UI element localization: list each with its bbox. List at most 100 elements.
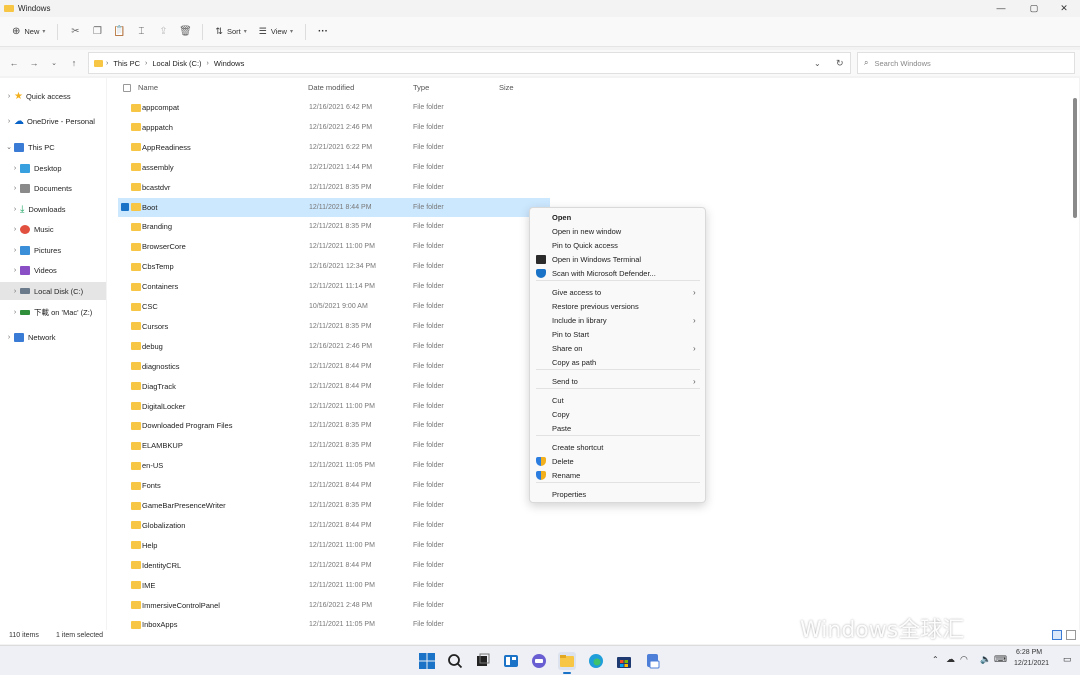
store-icon[interactable]	[615, 652, 633, 670]
table-row[interactable]: CSC 10/5/2021 9:00 AM File folder	[118, 297, 550, 316]
column-header-type[interactable]: Type	[413, 83, 429, 92]
search-input[interactable]: ⌕ Search Windows	[857, 52, 1075, 74]
expand-chevron-icon[interactable]: ›	[10, 267, 20, 274]
forward-arrow-icon[interactable]: →	[24, 58, 44, 68]
sidebar-item-onedrive[interactable]: › ☁ OneDrive - Personal	[4, 112, 110, 130]
row-checkbox[interactable]	[121, 422, 129, 430]
table-row[interactable]: appcompat 12/16/2021 6:42 PM File folder	[118, 98, 550, 117]
table-row[interactable]: Boot 12/11/2021 8:44 PM File folder	[118, 197, 550, 217]
collapse-chevron-icon[interactable]: ⌄	[4, 143, 14, 151]
table-row[interactable]: IdentityCRL 12/11/2021 8:44 PM File folder	[118, 556, 550, 575]
row-checkbox[interactable]	[121, 462, 129, 470]
notification-icon[interactable]: ▭	[1063, 654, 1072, 665]
expand-chevron-icon[interactable]: ›	[10, 226, 20, 233]
row-checkbox[interactable]	[121, 382, 129, 390]
menu-item-open[interactable]: Open	[530, 211, 705, 224]
sidebar-item-local-disk[interactable]: › Local Disk (C:)	[0, 282, 106, 300]
details-view-icon[interactable]	[1052, 630, 1062, 640]
sidebar-item-mac-drive[interactable]: › 下載 on 'Mac' (Z:)	[10, 303, 116, 321]
menu-item-open-in-windows-terminal[interactable]: Open in Windows Terminal	[530, 253, 705, 266]
row-checkbox[interactable]	[121, 621, 129, 629]
expand-chevron-icon[interactable]: ›	[10, 247, 20, 254]
vertical-scrollbar[interactable]	[1071, 78, 1079, 630]
expand-chevron-icon[interactable]: ›	[4, 93, 14, 100]
scrollbar-thumb[interactable]	[1073, 98, 1077, 218]
row-checkbox[interactable]	[121, 601, 129, 609]
row-checkbox[interactable]	[121, 322, 129, 330]
row-checkbox[interactable]	[121, 362, 129, 370]
menu-item-rename[interactable]: Rename	[530, 469, 705, 482]
app-icon[interactable]	[644, 652, 662, 670]
clock-date[interactable]: 12/21/2021	[1014, 660, 1049, 667]
expand-chevron-icon[interactable]: ›	[10, 206, 20, 213]
menu-item-restore-previous-versions[interactable]: Restore previous versions	[530, 300, 705, 313]
recent-chevron-icon[interactable]: ⌄	[44, 59, 64, 67]
rename-button[interactable]: ⌶	[130, 21, 152, 43]
paste-button[interactable]: 📋	[108, 21, 130, 43]
table-row[interactable]: BrowserCore 12/11/2021 11:00 PM File folde…	[118, 237, 550, 256]
sidebar-item-pictures[interactable]: › Pictures	[10, 241, 116, 259]
table-row[interactable]: en-US 12/11/2021 11:05 PM File folder	[118, 456, 550, 475]
table-row[interactable]: Help 12/11/2021 11:00 PM File folder	[118, 536, 550, 555]
copy-button[interactable]: ❐	[86, 21, 108, 43]
expand-chevron-icon[interactable]: ›	[4, 334, 14, 341]
menu-item-create-shortcut[interactable]: Create shortcut	[530, 441, 705, 454]
tray-chevron-icon[interactable]: ⌃	[932, 655, 939, 664]
expand-chevron-icon[interactable]: ›	[10, 309, 20, 316]
row-checkbox[interactable]	[121, 263, 129, 271]
row-checkbox[interactable]	[121, 163, 129, 171]
close-button[interactable]: ✕	[1048, 0, 1080, 16]
table-row[interactable]: GameBarPresenceWriter 12/11/2021 8:35 PM F…	[118, 496, 550, 515]
search-icon[interactable]	[446, 652, 464, 670]
row-checkbox[interactable]	[121, 342, 129, 350]
clock-time[interactable]: 6:28 PM	[1016, 649, 1042, 656]
column-header-size[interactable]: Size	[499, 83, 514, 92]
expand-chevron-icon[interactable]: ›	[10, 165, 20, 172]
row-checkbox[interactable]	[121, 561, 129, 569]
table-row[interactable]: DigitalLocker 12/11/2021 11:00 PM File fol…	[118, 397, 550, 416]
table-row[interactable]: ELAMBKUP 12/11/2021 8:35 PM File folder	[118, 436, 550, 455]
edge-icon[interactable]	[587, 652, 605, 670]
row-checkbox[interactable]	[121, 442, 129, 450]
menu-item-share-on[interactable]: Share on ›	[530, 342, 705, 355]
table-row[interactable]: AppReadiness 12/21/2021 6:22 PM File folde…	[118, 138, 550, 157]
row-checkbox[interactable]	[121, 303, 129, 311]
row-checkbox[interactable]	[121, 283, 129, 291]
menu-item-pin-to-quick-access[interactable]: Pin to Quick access	[530, 239, 705, 252]
row-checkbox[interactable]	[121, 104, 129, 112]
sidebar-item-quick-access[interactable]: › ★ Quick access	[4, 87, 110, 105]
row-checkbox[interactable]	[121, 183, 129, 191]
menu-item-delete[interactable]: Delete	[530, 455, 705, 468]
menu-item-include-in-library[interactable]: Include in library ›	[530, 314, 705, 327]
table-row[interactable]: Downloaded Program Files 12/11/2021 8:35 …	[118, 416, 550, 435]
menu-item-give-access-to[interactable]: Give access to ›	[530, 286, 705, 299]
expand-chevron-icon[interactable]: ›	[10, 288, 20, 295]
up-arrow-icon[interactable]: ↑	[64, 58, 84, 68]
sidebar-item-network[interactable]: › Network	[4, 328, 110, 346]
row-checkbox[interactable]	[121, 402, 129, 410]
new-button[interactable]: ⊕ New ▾	[6, 21, 51, 43]
sidebar-item-this-pc[interactable]: ⌄ This PC	[4, 138, 110, 156]
table-row[interactable]: diagnostics 12/11/2021 8:44 PM File folder	[118, 357, 550, 376]
start-icon[interactable]	[418, 652, 436, 670]
table-row[interactable]: Fonts 12/11/2021 8:44 PM File folder	[118, 476, 550, 495]
share-button[interactable]: ⇪	[152, 21, 174, 43]
table-row[interactable]: bcastdvr 12/11/2021 8:35 PM File folder	[118, 178, 550, 197]
row-checkbox[interactable]	[121, 123, 129, 131]
menu-item-copy[interactable]: Copy	[530, 408, 705, 421]
table-row[interactable]: assembly 12/21/2021 1:44 PM File folder	[118, 158, 550, 177]
delete-button[interactable]: 🗑	[174, 21, 196, 43]
breadcrumb-windows[interactable]: Windows	[214, 59, 244, 68]
expand-chevron-icon[interactable]: ›	[4, 118, 14, 125]
table-row[interactable]: Cursors 12/11/2021 8:35 PM File folder	[118, 317, 550, 336]
row-checkbox[interactable]	[121, 482, 129, 490]
table-row[interactable]: CbsTemp 12/16/2021 12:34 PM File folder	[118, 257, 550, 276]
row-checkbox[interactable]	[121, 223, 129, 231]
teams-chat-icon[interactable]	[530, 652, 548, 670]
column-header-name[interactable]: Name	[138, 83, 158, 92]
table-row[interactable]: InboxApps 12/11/2021 11:05 PM File folder	[118, 615, 550, 630]
table-row[interactable]: Containers 12/11/2021 11:14 PM File folder	[118, 277, 550, 296]
menu-item-pin-to-start[interactable]: Pin to Start	[530, 328, 705, 341]
volume-icon[interactable]: 🔈	[980, 654, 991, 665]
sidebar-item-music[interactable]: › Music	[10, 220, 116, 238]
